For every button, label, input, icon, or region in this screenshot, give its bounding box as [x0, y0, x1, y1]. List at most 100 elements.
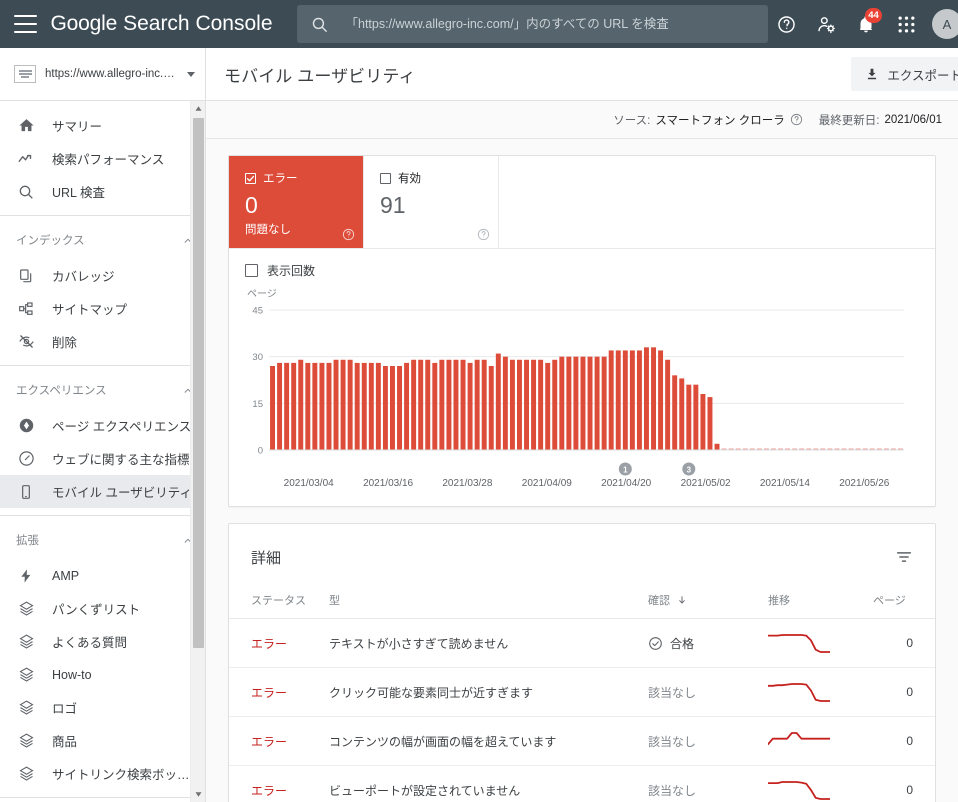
help-icon[interactable]: [790, 113, 803, 126]
column-header-trend[interactable]: 推移: [760, 586, 865, 619]
column-header-pages[interactable]: ページ: [865, 586, 935, 619]
sidebar-item-sitemaps[interactable]: サイトマップ: [0, 292, 205, 325]
svg-text:2021/04/20: 2021/04/20: [601, 478, 651, 489]
status-card-error[interactable]: エラー 0 問題なし: [229, 156, 364, 248]
sidebar-label: 削除: [52, 336, 78, 350]
export-button[interactable]: エクスポート: [851, 57, 958, 91]
sidebar-item-faq[interactable]: よくある質問: [0, 625, 205, 658]
svg-text:2021/03/04: 2021/03/04: [284, 478, 334, 489]
property-and-title-row: https://www.allegro-inc.com/ モバイル ユーザビリテ…: [0, 48, 958, 101]
divider: [0, 365, 205, 366]
help-icon[interactable]: [477, 228, 490, 241]
filter-icon[interactable]: [889, 542, 919, 572]
sidebar-item-summary[interactable]: サマリー: [0, 109, 205, 142]
status-link[interactable]: エラー: [251, 784, 287, 798]
divider: [0, 515, 205, 516]
checkbox-unchecked-icon[interactable]: [245, 264, 258, 277]
scroll-up-arrow-icon[interactable]: [191, 101, 205, 116]
sidebar-label: サイトリンク検索ボッ…: [52, 768, 190, 782]
legend-label: 表示回数: [267, 264, 316, 278]
sidebar-item-logo[interactable]: ロゴ: [0, 691, 205, 724]
cell-type: コンテンツの幅が画面の幅を超えています: [321, 716, 640, 766]
chart-x-axis: 2021/03/04 2021/03/16 2021/03/28 2021/04/09…: [284, 462, 890, 489]
sidebar-item-removals[interactable]: 削除: [0, 325, 205, 358]
column-header-validation[interactable]: 確認: [640, 586, 760, 619]
mobile-usability-bar-chart[interactable]: 0 15 30 45: [243, 302, 908, 462]
details-table: ステータス 型 確認 推移 ページ エラー テキストが小さすぎて読めません 合格…: [229, 586, 935, 802]
table-row[interactable]: エラー ビューポートが設定されていません 該当なし 0: [229, 765, 935, 802]
notifications-bell-icon[interactable]: 44: [848, 6, 884, 42]
column-header-validation-label: 確認: [648, 595, 670, 607]
scroll-down-arrow-icon[interactable]: [191, 787, 205, 802]
svg-text:30: 30: [252, 352, 263, 363]
divider: [0, 215, 205, 216]
cell-type: テキストが小さすぎて読めません: [321, 618, 640, 668]
sidebar-section-experience[interactable]: エクスペリエンス: [0, 373, 205, 409]
sidebar-label: よくある質問: [52, 636, 128, 650]
status-cards-filler: [499, 156, 935, 248]
cell-trend: [760, 716, 865, 766]
status-card-header: 有効: [380, 170, 486, 186]
status-link[interactable]: エラー: [251, 637, 287, 651]
cell-validation: 該当なし: [640, 716, 760, 766]
enhancement-icon: [16, 731, 36, 751]
brand-google-text: Google: [50, 12, 118, 35]
enhancement-icon: [16, 665, 36, 685]
sidebar-item-performance[interactable]: 検索パフォーマンス: [0, 142, 205, 175]
cell-pages: 0: [865, 716, 935, 766]
url-inspection-search-bar[interactable]: [296, 5, 768, 43]
sidebar-scrollbar[interactable]: [190, 101, 205, 802]
column-header-status[interactable]: ステータス: [229, 586, 321, 619]
sidebar-item-howto[interactable]: How-to: [0, 658, 205, 691]
enhancement-icon: [16, 599, 36, 619]
account-settings-icon[interactable]: [808, 6, 844, 42]
status-card-header: エラー: [245, 170, 351, 186]
property-selector[interactable]: https://www.allegro-inc.com/: [0, 48, 206, 101]
sidebar-item-products[interactable]: 商品: [0, 724, 205, 757]
status-card-valid[interactable]: 有効 91: [364, 156, 499, 248]
cell-status: エラー: [229, 667, 321, 717]
apps-grid-icon[interactable]: [888, 6, 924, 42]
sidebar-item-amp[interactable]: AMP: [0, 559, 205, 592]
table-row[interactable]: エラー コンテンツの幅が画面の幅を超えています 該当なし 0: [229, 716, 935, 766]
cell-status: エラー: [229, 618, 321, 668]
sidebar-item-breadcrumbs[interactable]: パンくずリスト: [0, 592, 205, 625]
checkbox-unchecked-icon[interactable]: [380, 172, 391, 184]
sidebar-item-core-web-vitals[interactable]: ウェブに関する主な指標: [0, 442, 205, 475]
table-row[interactable]: エラー クリック可能な要素同士が近すぎます 該当なし 0: [229, 667, 935, 717]
sidebar-item-page-experience[interactable]: ページ エクスペリエンス: [0, 409, 205, 442]
table-row[interactable]: エラー テキストが小さすぎて読めません 合格 0: [229, 618, 935, 668]
impressions-legend-toggle[interactable]: 表示回数: [229, 249, 935, 281]
sidebar-item-coverage[interactable]: カバレッジ: [0, 259, 205, 292]
cell-trend: [760, 667, 865, 717]
sidebar-item-sitelinks-searchbox[interactable]: サイトリンク検索ボッ…: [0, 757, 205, 790]
check-circle-icon: [649, 636, 662, 650]
sort-descending-icon: [677, 595, 687, 607]
help-icon[interactable]: [342, 228, 355, 241]
help-icon[interactable]: [768, 6, 804, 42]
scrollbar-thumb[interactable]: [193, 118, 204, 648]
last-updated-value: 2021/06/01: [884, 113, 942, 126]
sidebar-section-enhancements[interactable]: 拡張: [0, 523, 205, 559]
amp-icon: [16, 566, 36, 586]
sidebar-label: サイトマップ: [52, 303, 128, 317]
table-head: ステータス 型 確認 推移 ページ: [229, 586, 935, 619]
sidebar-section-index[interactable]: インデックス: [0, 223, 205, 259]
main-content: ソース: スマートフォン クローラ 最終更新日: 2021/06/01 エラー …: [206, 101, 958, 802]
column-header-type[interactable]: 型: [321, 586, 640, 619]
source-info-row: ソース: スマートフォン クローラ 最終更新日: 2021/06/01: [206, 101, 958, 139]
avatar[interactable]: A: [932, 9, 958, 39]
sidebar-item-url-inspection[interactable]: URL 検査: [0, 175, 205, 208]
status-card-label: 有効: [398, 173, 421, 185]
search-input[interactable]: [343, 16, 754, 32]
checkbox-checked-icon[interactable]: [245, 172, 256, 184]
svg-text:2021/05/02: 2021/05/02: [681, 478, 731, 489]
sidebar-item-mobile-usability[interactable]: モバイル ユーザビリティ: [0, 475, 205, 508]
menu-icon[interactable]: [14, 15, 37, 33]
last-updated-label: 最終更新日:: [818, 114, 880, 127]
enhancement-icon: [16, 764, 36, 784]
status-card-label: エラー: [263, 173, 298, 185]
brand-logo[interactable]: Google Search Console: [51, 12, 273, 36]
status-link[interactable]: エラー: [251, 686, 287, 700]
status-link[interactable]: エラー: [251, 735, 287, 749]
